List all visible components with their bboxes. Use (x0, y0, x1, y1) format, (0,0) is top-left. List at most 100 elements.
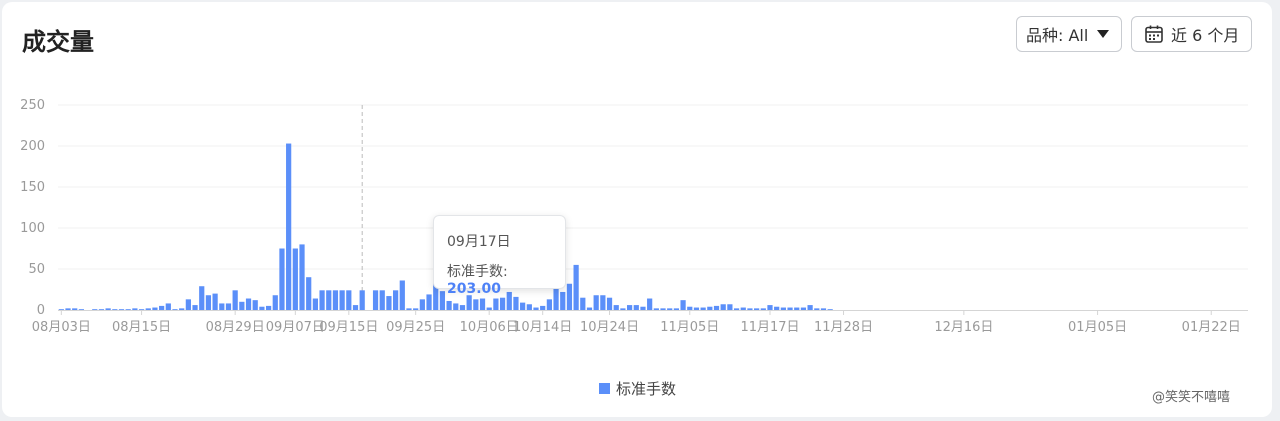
bar (546, 299, 552, 310)
bar (192, 305, 198, 310)
chart-legend[interactable]: 标准手数 (599, 378, 676, 399)
bar (673, 308, 680, 310)
y-tick-label: 250 (20, 98, 45, 113)
bar (740, 307, 746, 310)
bar (212, 293, 218, 310)
x-tick-label: 10月06日 (460, 320, 519, 335)
x-tick-label: 08月15日 (112, 320, 171, 335)
bar (339, 290, 345, 310)
bar (573, 264, 579, 310)
bar (125, 309, 131, 310)
bar (232, 290, 238, 310)
bar (760, 308, 766, 310)
bar (727, 304, 733, 310)
bar (406, 308, 412, 310)
bar (239, 301, 245, 310)
bar (299, 244, 305, 310)
bar (707, 306, 713, 310)
bar (533, 307, 539, 310)
x-tick-label: 11月28日 (814, 320, 873, 335)
bar (580, 297, 586, 310)
bar (165, 303, 171, 310)
bar (566, 283, 573, 310)
bar (787, 307, 793, 310)
bar (205, 295, 212, 310)
x-tick-label: 10月14日 (513, 320, 572, 335)
x-tick-label: 01月05日 (1068, 320, 1127, 335)
bar (794, 307, 800, 310)
tooltip-date: 09月17日 (447, 234, 511, 250)
x-tick-label: 08月03日 (32, 320, 91, 335)
bar (520, 302, 526, 310)
bar (499, 297, 506, 310)
x-tick-label: 01月22日 (1182, 320, 1241, 335)
bar (747, 308, 753, 310)
bar (620, 308, 626, 310)
bar (352, 305, 359, 310)
legend-swatch (599, 383, 610, 394)
bar (754, 308, 760, 310)
bar (453, 303, 459, 310)
bar (152, 307, 158, 310)
bar (526, 304, 532, 310)
bar (78, 309, 85, 310)
bar (319, 290, 325, 310)
bar (807, 305, 813, 310)
bar (439, 291, 446, 310)
bar (486, 307, 492, 310)
bar (493, 298, 499, 310)
bar (399, 280, 405, 310)
bar (613, 305, 619, 310)
bar (647, 298, 653, 310)
bar (172, 309, 178, 310)
bar (65, 308, 71, 310)
bar (359, 290, 365, 310)
x-tick-label: 09月15日 (319, 320, 378, 335)
volume-bar-chart: 05010015020025008月03日 08月15日 08月29日 09月07日0… (20, 98, 1248, 335)
legend-label: 标准手数 (616, 380, 677, 398)
x-tick-label: 08月29日 (206, 320, 265, 335)
bar (306, 277, 312, 310)
bar (413, 308, 419, 310)
y-tick-label: 100 (20, 221, 45, 236)
bar (145, 308, 151, 310)
bar (774, 306, 780, 310)
bar (586, 307, 593, 310)
bar (58, 309, 64, 310)
bar (312, 298, 318, 310)
bar (386, 296, 392, 310)
tooltip-row: 标准手数: 203.00 (447, 261, 565, 297)
tooltip-colon: : (503, 264, 508, 280)
bar (332, 290, 339, 310)
tooltip-value: 203.00 (447, 281, 502, 297)
bar (513, 296, 519, 310)
bar (326, 290, 332, 310)
bar (252, 300, 258, 310)
bar (720, 304, 726, 310)
y-tick-label: 0 (37, 303, 45, 318)
bar (446, 300, 452, 310)
bar (185, 299, 191, 310)
bar (112, 309, 118, 310)
y-tick-label: 50 (28, 262, 45, 277)
bar (626, 305, 633, 310)
bar (272, 295, 278, 310)
bar (279, 248, 285, 310)
bar (479, 298, 486, 310)
x-tick-label: 10月24日 (580, 320, 639, 335)
bar (667, 308, 673, 310)
bar (118, 309, 125, 310)
bar (219, 303, 225, 310)
y-tick-label: 150 (20, 180, 45, 195)
bar (98, 309, 105, 310)
bar (640, 306, 646, 310)
bar (827, 309, 833, 310)
bar (419, 299, 425, 310)
bar (245, 298, 252, 310)
author-credit: @笑笑不嘻嘻 (1152, 390, 1231, 405)
bar (606, 297, 613, 310)
x-tick-label: 09月25日 (386, 320, 445, 335)
bar (459, 305, 466, 310)
bar (653, 308, 659, 310)
bar (466, 295, 472, 310)
